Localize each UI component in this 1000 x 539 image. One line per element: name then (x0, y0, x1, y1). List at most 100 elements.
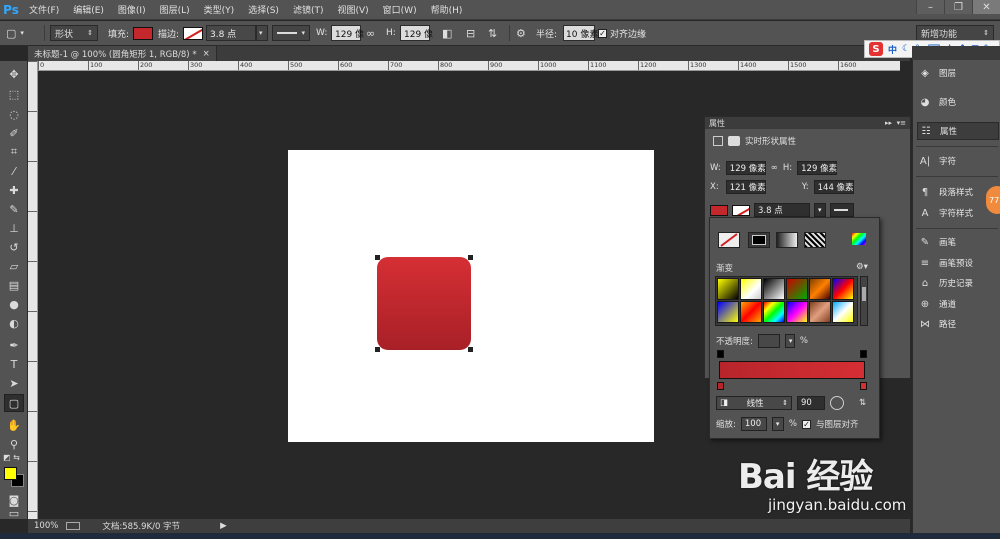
minimize-button[interactable]: – (916, 0, 944, 14)
collapse-icon[interactable]: ▸▸ (885, 119, 892, 127)
play-icon[interactable]: ▶ (220, 521, 227, 531)
panel-menu-icon[interactable]: ▾≡ (897, 119, 906, 127)
lasso-tool-icon[interactable]: ◌ (4, 105, 24, 123)
document-tab[interactable]: 未标题-1 @ 100% (圆角矩形 1, RGB/8) * × (28, 46, 217, 61)
healing-brush-tool-icon[interactable]: ✚ (4, 181, 24, 199)
anchor-point[interactable] (468, 347, 473, 352)
mask-icon[interactable] (728, 136, 740, 146)
clone-stamp-tool-icon[interactable]: ⊥ (4, 219, 24, 237)
chevron-down-icon[interactable]: ▾ (771, 417, 784, 431)
eyedropper-tool-icon[interactable]: ⁄ (4, 162, 24, 180)
dock-item-channels[interactable]: ⊕ 通道 (917, 295, 999, 313)
align-edges-checkbox[interactable]: ✓ (598, 28, 607, 38)
gradient-preset[interactable] (786, 301, 808, 323)
gear-icon[interactable]: ⚙ (516, 27, 526, 40)
gradient-preset[interactable] (717, 278, 739, 300)
menu-filter[interactable]: 滤镜(T) (286, 3, 331, 16)
floating-badge[interactable]: 77 (986, 186, 1000, 214)
gradient-fill-button[interactable] (776, 232, 798, 248)
quick-select-tool-icon[interactable]: ✐ (4, 124, 24, 142)
close-button[interactable]: ✕ (972, 0, 1000, 14)
fill-swatch[interactable] (710, 204, 728, 216)
dock-item-paths[interactable]: ⋈ 路径 (917, 315, 999, 333)
color-stop-left[interactable] (717, 382, 724, 390)
chevron-down-icon[interactable]: ▾ (814, 203, 826, 217)
dodge-tool-icon[interactable]: ◐ (4, 314, 24, 332)
dock-item-brush-presets[interactable]: ≡ 画笔预设 (917, 254, 999, 272)
path-alignment-icon[interactable]: ⊟ (466, 27, 475, 40)
blur-tool-icon[interactable]: ● (4, 295, 24, 313)
gradient-preset[interactable] (832, 301, 854, 323)
menu-layer[interactable]: 图层(L) (153, 3, 197, 16)
color-picker-icon[interactable] (852, 233, 866, 245)
menu-select[interactable]: 选择(S) (241, 3, 286, 16)
dock-item-properties[interactable]: ☷ 属性 (917, 122, 999, 140)
workspace-select[interactable]: 新增功能 ⇕ (916, 25, 994, 41)
width-field[interactable]: 129 像素 (725, 161, 766, 175)
gear-icon[interactable]: ⚙▾ (856, 262, 868, 272)
opacity-field[interactable] (757, 334, 780, 348)
gradient-preset[interactable] (832, 278, 854, 300)
pattern-fill-button[interactable] (804, 232, 826, 248)
y-field[interactable]: 144 像素 (813, 180, 854, 194)
angle-field[interactable]: 90 (797, 396, 825, 410)
dock-item-color[interactable]: ◕ 颜色 (917, 93, 999, 111)
menu-image[interactable]: 图像(I) (111, 3, 153, 16)
link-icon[interactable]: ∞ (771, 163, 778, 173)
tool-preset-picker[interactable]: ▢ ▾ (6, 25, 24, 41)
gradient-preset[interactable] (740, 301, 762, 323)
anchor-point[interactable] (375, 347, 380, 352)
gradient-preset[interactable] (740, 278, 762, 300)
foreground-color-swatch[interactable] (4, 467, 17, 480)
fill-swatch[interactable] (133, 26, 153, 40)
stroke-swatch[interactable] (183, 26, 203, 40)
stroke-swatch[interactable] (732, 204, 750, 216)
crop-tool-icon[interactable]: ⌗ (4, 143, 24, 161)
path-select-tool-icon[interactable]: ➤ (4, 374, 24, 392)
no-fill-button[interactable] (718, 232, 740, 248)
shape-mode-select[interactable]: 形状 ⇕ (50, 25, 98, 41)
color-stop-right[interactable] (860, 382, 867, 390)
dock-item-character[interactable]: A| 字符 (917, 152, 999, 170)
zoom-tool-icon[interactable]: ⚲ (4, 435, 24, 453)
menu-type[interactable]: 类型(Y) (197, 3, 242, 16)
gradient-preset[interactable] (809, 278, 831, 300)
solid-fill-button[interactable] (748, 232, 770, 248)
gradient-bar[interactable] (719, 361, 865, 379)
radius-field[interactable]: 10 像素 (563, 25, 598, 41)
menu-file[interactable]: 文件(F) (22, 3, 66, 16)
presets-scrollbar[interactable] (860, 276, 868, 326)
brush-tool-icon[interactable]: ✎ (4, 200, 24, 218)
default-colors-icon[interactable]: ◩ ⇆ (3, 453, 20, 462)
close-tab-icon[interactable]: × (203, 49, 210, 59)
opacity-stop-left[interactable] (717, 350, 724, 358)
stroke-type-select[interactable]: ▾ (272, 25, 310, 41)
stroke-width-field[interactable]: 3.8 点 (206, 25, 256, 41)
screen-mode-icon[interactable]: ▭ (4, 507, 24, 520)
anchor-point[interactable] (468, 255, 473, 260)
menu-edit[interactable]: 编辑(E) (66, 3, 111, 16)
opacity-stop-right[interactable] (860, 350, 867, 358)
height-field[interactable]: 129 像 (400, 25, 433, 41)
pen-tool-icon[interactable]: ✒ (4, 336, 24, 354)
chevron-down-icon[interactable]: ▾ (256, 25, 268, 41)
ime-lang[interactable]: 中 (888, 43, 897, 56)
scale-field[interactable]: 100 (740, 417, 767, 431)
properties-panel-header[interactable]: 属性 ▸▸ ▾≡ (705, 117, 910, 129)
link-icon[interactable]: ∞ (366, 27, 375, 40)
chevron-down-icon[interactable]: ▾ (784, 334, 795, 348)
gradient-style-select[interactable]: ◨ 线性 ⇕ (716, 396, 792, 410)
eraser-tool-icon[interactable]: ▱ (4, 257, 24, 275)
gradient-tool-icon[interactable]: ▤ (4, 276, 24, 294)
marquee-tool-icon[interactable]: ⬚ (4, 85, 24, 103)
stroke-width-field[interactable]: 3.8 点 (754, 203, 810, 217)
hand-tool-icon[interactable]: ✋ (4, 416, 24, 434)
path-arrangement-icon[interactable]: ⇅ (488, 27, 497, 40)
status-icon[interactable] (66, 522, 81, 530)
menu-window[interactable]: 窗口(W) (376, 3, 424, 16)
gradient-preset[interactable] (763, 278, 785, 300)
dock-item-layers[interactable]: ◈ 图层 (917, 64, 999, 82)
menu-view[interactable]: 视图(V) (330, 3, 375, 16)
moon-icon[interactable]: ☾ (902, 44, 910, 54)
reverse-icon[interactable]: ⇅ (859, 398, 866, 408)
